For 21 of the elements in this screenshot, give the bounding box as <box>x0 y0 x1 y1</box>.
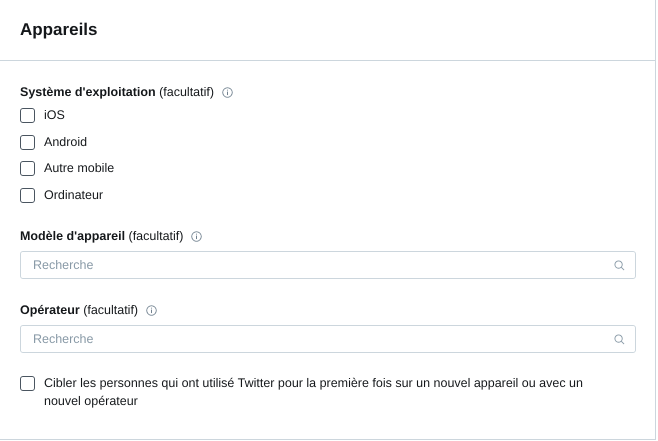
info-icon[interactable] <box>222 86 234 98</box>
checkbox[interactable] <box>20 161 35 176</box>
field-label: Système d'exploitation (facultatif) <box>20 85 214 99</box>
option-label: Autre mobile <box>44 160 114 177</box>
checkbox[interactable] <box>20 188 35 202</box>
option-label: Ordinateur <box>44 186 104 204</box>
checkbox[interactable] <box>20 376 35 391</box>
section-title: Appareils <box>20 20 98 40</box>
option-label: Android <box>44 134 88 150</box>
info-icon[interactable] <box>146 304 158 316</box>
search-icon <box>614 260 625 270</box>
checkbox[interactable] <box>20 108 35 123</box>
search-icon <box>614 334 625 344</box>
option-label: iOS <box>44 107 65 124</box>
info-icon[interactable] <box>191 230 202 242</box>
field-label: Modèle d'appareil (facultatif) <box>20 229 184 243</box>
search-field[interactable]: Recherche <box>20 251 636 279</box>
field-label: Opérateur (facultatif) <box>20 303 138 317</box>
option-label: Cibler les personnes qui ont utilisé Twitter pour la première fois sur un nouvel appareil ou avec un nouvel opérateur <box>44 375 584 410</box>
search-field[interactable]: Recherche <box>20 325 636 353</box>
checkbox[interactable] <box>20 134 35 150</box>
